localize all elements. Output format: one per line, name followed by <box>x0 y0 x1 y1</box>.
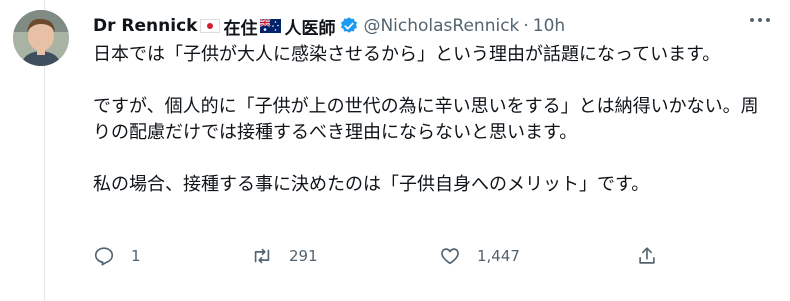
retweet-count: 291 <box>289 247 318 265</box>
heart-icon <box>441 248 459 265</box>
tweet-actions: 1 291 1,447 <box>93 245 693 275</box>
more-icon[interactable] <box>750 16 770 24</box>
verified-badge-icon <box>341 17 358 33</box>
australia-flag-icon <box>260 19 282 33</box>
reply-count: 1 <box>131 247 141 265</box>
tweet-text: 日本では「子供が大人に感染させるから」という理由が話題になっています。 ですが、… <box>93 42 763 198</box>
more-dot <box>750 18 754 22</box>
retweet-button[interactable]: 291 <box>251 245 318 267</box>
handle[interactable]: @NicholasRennick <box>363 16 519 36</box>
japan-flag-icon <box>200 19 221 33</box>
more-dot <box>766 18 770 22</box>
tweet-header: Dr Rennick 在住 人医師 @NicholasRennick · 10h <box>93 13 750 39</box>
tweet-paragraph-3: 私の場合、接種する事に決めたのは「子供自身へのメリット」です。 <box>93 174 650 195</box>
display-name[interactable]: Dr Rennick <box>93 16 197 36</box>
like-button[interactable]: 1,447 <box>439 245 520 267</box>
retweet-icon <box>254 248 270 264</box>
tweet-paragraph-1: 日本では「子供が大人に感染させるから」という理由が話題になっています。 <box>93 44 721 65</box>
timestamp[interactable]: 10h <box>533 16 565 36</box>
reply-icon <box>94 247 114 266</box>
reply-button[interactable]: 1 <box>93 245 141 267</box>
tweet-paragraph-2: ですが、個人的に「子供が上の世代の為に辛い思いをする」とは納得いかない。周りの配… <box>93 96 759 143</box>
avatar-image <box>13 10 69 66</box>
like-count: 1,447 <box>477 247 520 265</box>
more-dot <box>758 18 762 22</box>
display-name-suffix-2[interactable]: 人医師 <box>284 14 335 39</box>
avatar[interactable] <box>13 10 69 66</box>
separator-dot: · <box>523 16 529 36</box>
display-name-suffix[interactable]: 在住 <box>223 14 257 39</box>
share-button[interactable] <box>636 245 658 267</box>
share-icon <box>639 247 655 264</box>
